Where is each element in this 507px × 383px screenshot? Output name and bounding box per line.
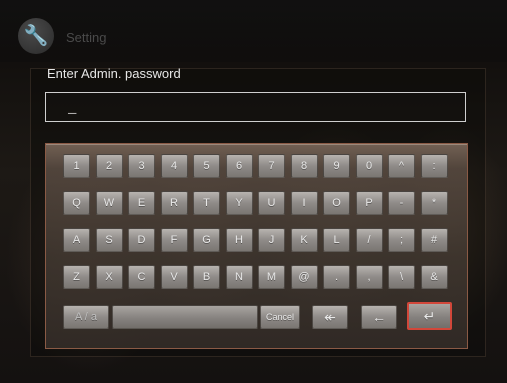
key-2-10[interactable]: ; [388,228,415,252]
key-0-0[interactable]: 1 [63,154,90,178]
key-1-9[interactable]: P [355,191,383,215]
wrench-icon: 🔧 [18,18,54,54]
key-1-8[interactable]: O [323,191,350,215]
key-1-11[interactable]: * [420,191,448,215]
key-0-4[interactable]: 5 [193,154,220,178]
key-1-2[interactable]: E [128,191,155,215]
key-2-7[interactable]: K [290,228,318,252]
onscreen-keyboard: A / a Cancel ↞ ← ↵ 1 2 3 4 5 6 7 8 9 0 ^: Q W E R T Y U I O… [45,143,468,349]
key-0-10[interactable]: ^ [388,154,415,178]
key-2-11[interactable]: # [420,228,448,252]
key-0-2[interactable]: 3 [128,154,155,178]
backspace-key[interactable]: ↞ [312,305,348,329]
key-1-5[interactable]: Y [225,191,253,215]
key-2-6[interactable]: J [258,228,285,252]
key-1-3[interactable]: R [160,191,188,215]
case-toggle-key[interactable]: A / a [63,305,109,329]
key-2-3[interactable]: F [160,228,188,252]
key-0-1[interactable]: 2 [95,154,123,178]
key-3-2[interactable]: C [128,265,155,289]
key-3-11[interactable]: & [420,265,448,289]
key-3-5[interactable]: N [225,265,253,289]
key-1-7[interactable]: I [290,191,318,215]
key-3-8[interactable]: . [323,265,350,289]
password-field[interactable]: _ [45,92,466,122]
key-2-4[interactable]: G [193,228,220,252]
text-cursor: _ [68,101,77,117]
key-1-0[interactable]: Q [63,191,90,215]
key-2-5[interactable]: H [225,228,253,252]
key-3-10[interactable]: \ [388,265,415,289]
key-0-11[interactable]: : [420,154,448,178]
key-3-9[interactable]: , [355,265,383,289]
enter-key[interactable]: ↵ [407,302,452,330]
key-1-10[interactable]: - [388,191,415,215]
key-3-6[interactable]: M [258,265,285,289]
key-2-9[interactable]: / [355,228,383,252]
key-1-6[interactable]: U [258,191,285,215]
key-3-3[interactable]: V [160,265,188,289]
key-0-3[interactable]: 4 [160,154,188,178]
key-2-1[interactable]: S [95,228,123,252]
key-0-6[interactable]: 7 [258,154,285,178]
key-2-2[interactable]: D [128,228,155,252]
key-1-4[interactable]: T [193,191,220,215]
cancel-key[interactable]: Cancel [260,305,300,329]
space-key[interactable] [112,305,258,329]
header-title: Setting [66,30,107,45]
key-0-9[interactable]: 0 [355,154,383,178]
cursor-left-key[interactable]: ← [361,305,397,329]
key-1-1[interactable]: W [95,191,123,215]
key-3-7[interactable]: @ [290,265,318,289]
key-0-7[interactable]: 8 [290,154,318,178]
key-2-0[interactable]: A [63,228,90,252]
key-3-4[interactable]: B [193,265,220,289]
key-3-0[interactable]: Z [63,265,90,289]
key-3-1[interactable]: X [95,265,123,289]
key-0-8[interactable]: 9 [323,154,350,178]
key-0-5[interactable]: 6 [225,154,253,178]
header-bar: 🔧 Setting [0,0,507,62]
key-2-8[interactable]: L [323,228,350,252]
password-prompt: Enter Admin. password [47,66,181,81]
